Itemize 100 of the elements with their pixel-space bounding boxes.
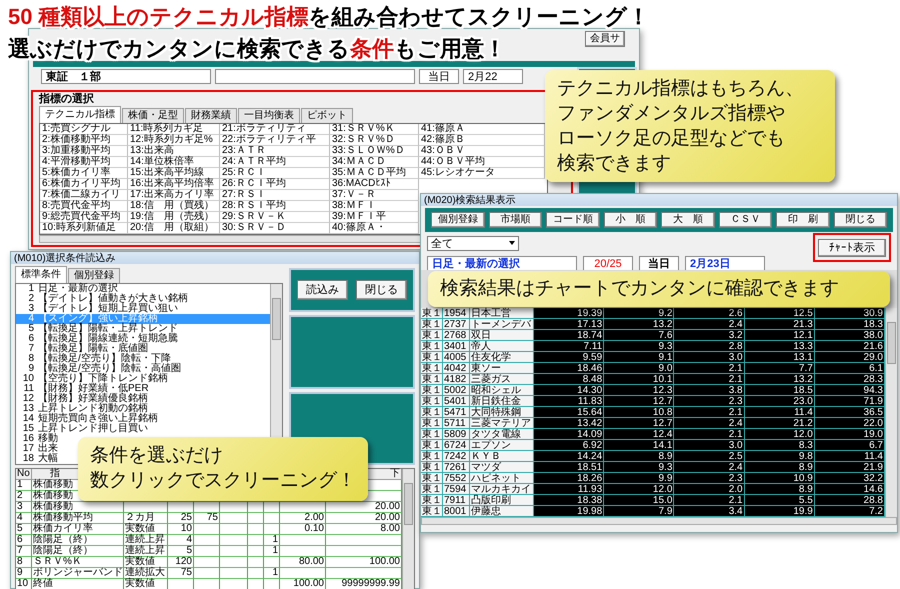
indicator-option[interactable]: 40:篠原Ａ・ (330, 223, 419, 234)
table-cell: 東１ (421, 396, 443, 407)
tab[interactable]: 一目均衡表 (238, 108, 300, 123)
tab[interactable]: 標準条件 (15, 266, 67, 283)
condition-item[interactable]: 5 【転換足】陽転・上昇トレンド (16, 324, 180, 334)
indicator-option[interactable]: 43:ＯＢＶ (419, 146, 545, 157)
indicator-option[interactable]: 1:売買シグナル (40, 124, 128, 135)
indicator-option[interactable]: 26:ＲＣＩ平均 (220, 179, 330, 190)
dialog-button[interactable]: 読込み (297, 280, 348, 300)
table-cell: 32.2 (814, 473, 885, 484)
toolbar-button[interactable]: 小 順 (604, 212, 657, 228)
indicator-option[interactable]: 35:ＭＡＣＤ平均 (330, 168, 419, 179)
indicator-option[interactable]: 29:ＳＲＶ－Ｋ (220, 212, 330, 223)
indicator-option[interactable]: 32:ＳＲＶ%Ｄ (330, 135, 419, 146)
tab[interactable]: 個別登録 (68, 268, 120, 283)
indicator-option[interactable]: 21:ボラティリティ (220, 124, 330, 135)
toolbar-button[interactable]: 大 順 (661, 212, 714, 228)
indicator-option[interactable]: 28:ＲＳＩ平均 (220, 201, 330, 212)
indicator-option[interactable]: 41:篠原Ａ (419, 124, 545, 135)
indicator-option[interactable]: 44:ＯＢＶ平均 (419, 157, 545, 168)
indicator-option[interactable]: 39:ＭＦＩ平 (330, 212, 419, 223)
indicator-option[interactable]: 45:レシオケータ (419, 168, 545, 179)
indicator-option[interactable]: 24:ＡＴＲ平均 (220, 157, 330, 168)
indicator-option[interactable]: 6:株価カイリ平均 (40, 179, 128, 190)
indicator-option[interactable]: 2:株価移動平均 (40, 135, 128, 146)
tab[interactable]: 財務業績 (185, 108, 237, 123)
condition-item[interactable]: 13 上昇トレンド初動の銘柄 (16, 404, 150, 414)
condition-item[interactable]: 15 上昇トレンド押し目買い (16, 424, 150, 434)
table-cell: 17.13 (534, 319, 604, 330)
condition-item[interactable]: 18 大幅 (16, 454, 60, 464)
indicator-option[interactable]: 25:ＲＣＩ (220, 168, 330, 179)
indicator-option[interactable]: 38:ＭＦＩ (330, 201, 419, 212)
table-cell: 23.0 (744, 396, 815, 407)
toolbar-button[interactable]: ＣＳＶ (718, 212, 772, 228)
indicator-option[interactable]: 22:ボラティリティ平 (220, 135, 330, 146)
indicator-option[interactable]: 23:ＡＴＲ (220, 146, 330, 157)
condition-item[interactable]: 17 出来 (16, 444, 60, 454)
indicator-option[interactable]: 18:信 用（買残） (128, 201, 220, 212)
toolbar-button[interactable]: 市場順 (488, 212, 542, 228)
condition-item[interactable]: 11 【財務】好業績・低PER (16, 384, 151, 394)
indicator-option[interactable]: 14:単位株倍率 (128, 157, 220, 168)
toolbar-button[interactable]: コード順 (546, 212, 600, 228)
chart-button[interactable]: ﾁｬｰﾄ表示 (818, 238, 886, 256)
toolbar-button[interactable]: 会員サ (585, 31, 625, 47)
condition-item[interactable]: 14 短期売買向き強い上昇銘柄 (16, 414, 160, 424)
toolbar-button[interactable]: 印 刷 (776, 212, 830, 228)
indicator-option[interactable]: 12:時系列カギ足% (128, 135, 220, 146)
indicator-option[interactable]: 34:ＭＡＣＤ (330, 157, 419, 168)
toolbar-button[interactable]: 個別登録 (431, 212, 484, 228)
condition-item[interactable]: 7 【転換足】陽転・底値圏 (16, 344, 150, 354)
indicator-option[interactable]: 10:時系列新値足 (40, 223, 128, 234)
condition-item[interactable]: 8 【転換足/空売り】陰転・下降 (16, 354, 173, 364)
indicator-option[interactable]: 33:ＳＬＯＷ%Ｄ (330, 146, 419, 157)
indicator-option[interactable]: 4:平滑移動平均 (40, 157, 128, 168)
indicator-option[interactable]: 8:売買代金平均 (40, 201, 128, 212)
indicator-option[interactable]: 30:ＳＲＶ－Ｄ (220, 223, 330, 234)
table-cell: 21.9 (814, 462, 885, 473)
indicator-option[interactable]: 15:出来高平均線 (128, 168, 220, 179)
table-cell: 実数値 (124, 524, 168, 535)
indicator-option[interactable]: 19:信 用（売残） (128, 212, 220, 223)
condition-item[interactable]: 16 移動 (16, 434, 60, 444)
condition-item[interactable]: 12 【財務】好業績優良銘柄 (16, 394, 150, 404)
dialog-button[interactable]: 閉じる (356, 280, 407, 300)
table-cell: 東１ (421, 451, 443, 462)
tab[interactable]: 株価・足型 (122, 108, 184, 123)
indicator-option[interactable]: 11:時系列カギ足 (128, 124, 220, 135)
condition-item[interactable]: 9 【転換足/空売り】陰転・高値圏 (16, 364, 183, 374)
table-cell: 7 (16, 546, 32, 557)
indicator-option[interactable]: 16:出来高平均倍率 (128, 179, 220, 190)
indicator-option[interactable]: 31:ＳＲＶ%Ｋ (330, 124, 419, 135)
table-cell: 7261 (443, 462, 470, 473)
condition-item[interactable]: 6 【転換足】陽線連続・短期急騰 (16, 334, 180, 344)
indicator-option[interactable]: 9:総売買代金平均 (40, 212, 128, 223)
condition-item[interactable]: 10 【空売り】下降トレンド銘柄 (16, 374, 170, 384)
table-cell: 株価カイリ率 (32, 524, 124, 535)
condition-item[interactable]: 2 【デイトレ】値動きが大きい銘柄 (16, 294, 190, 304)
tab[interactable]: ピボット (301, 108, 353, 123)
table-cell: 7.9 (604, 506, 674, 517)
table-cell: 19.98 (534, 506, 604, 517)
indicator-option[interactable]: 17:出来高カイリ率 (128, 190, 220, 201)
indicator-option[interactable]: 20:信 用（取組） (128, 223, 220, 234)
condition-item[interactable]: 1 日足・最新の選択 (16, 284, 120, 294)
horizontal-scrollbar[interactable] (421, 517, 897, 525)
indicator-option[interactable]: 7:株価二線カイリ (40, 190, 128, 201)
table-cell: 21.6 (814, 341, 885, 352)
toolbar-button[interactable]: 閉じる (834, 212, 887, 228)
vertical-scrollbar[interactable] (402, 469, 414, 589)
tab[interactable]: テクニカル指標 (39, 106, 121, 123)
indicator-option[interactable]: 36:MACDﾋｽﾄ (330, 179, 419, 190)
table-cell: マツダ (470, 462, 534, 473)
indicator-option[interactable]: 42:篠原Ｂ (419, 135, 545, 146)
indicator-option[interactable]: 13:出来高 (128, 146, 220, 157)
indicator-option[interactable]: 27:ＲＳＩ (220, 190, 330, 201)
indicator-option[interactable]: 37:Ｖ－Ｒ (330, 190, 419, 201)
table-cell: 東１ (421, 473, 443, 484)
condition-item[interactable]: 3 【デイトレ】短期上昇買い狙い (16, 304, 180, 314)
filter-dropdown[interactable]: 全て (427, 236, 519, 250)
indicator-option[interactable]: 5:株価カイリ率 (40, 168, 128, 179)
vertical-scrollbar[interactable] (885, 308, 897, 517)
indicator-option[interactable]: 3:加重移動平均 (40, 146, 128, 157)
